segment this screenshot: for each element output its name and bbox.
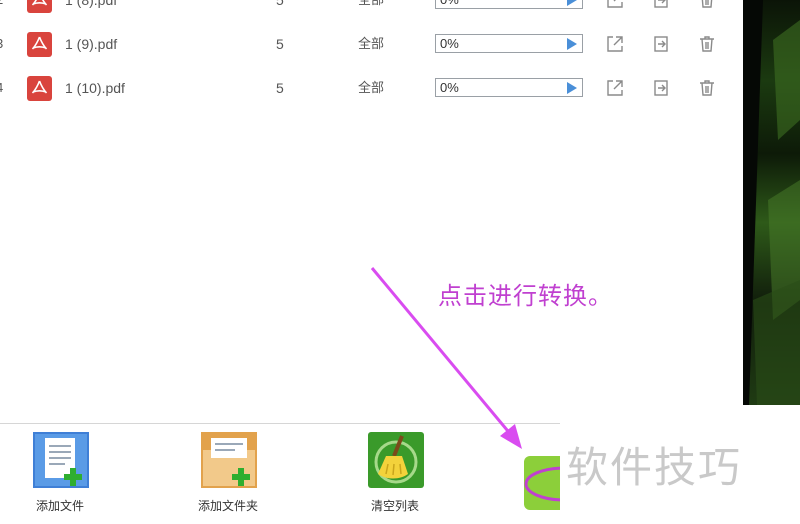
watermark: 软件技巧 [566,443,743,492]
open-external-icon[interactable] [605,34,625,54]
pdf-file-icon [27,76,52,101]
pdf-file-icon [27,32,52,57]
row-index: 2 [0,0,8,22]
page-count: 5 [276,0,284,8]
bottom-toolbar: 添加文件 添加文件夹 清空列表 [0,423,560,524]
convert-highlight-circle [524,466,560,502]
trash-icon[interactable] [697,0,717,10]
add-folder-button[interactable]: 添加文件夹 [183,424,273,524]
progress-text: 0% [440,0,459,8]
add-folder-icon [201,432,257,488]
row-index: 4 [0,66,8,110]
convert-button[interactable] [524,456,560,510]
file-name: 1 (10).pdf [65,80,125,96]
add-file-icon [33,432,89,488]
add-file-label: 添加文件 [35,499,84,513]
open-external-icon[interactable] [605,0,625,10]
progress-text: 0% [440,80,459,95]
page-range-select[interactable]: 全部 [358,66,384,110]
trash-icon[interactable] [697,34,717,54]
export-icon[interactable] [651,0,671,10]
trash-icon[interactable] [697,78,717,98]
progress-bar: 0% [435,34,583,53]
broom-icon [368,432,424,488]
progress-text: 0% [440,36,459,51]
table-row[interactable]: 2 1 (8).pdf 5 全部 0% [0,0,743,22]
export-icon[interactable] [651,78,671,98]
background-photo [743,0,800,405]
file-name: 1 (9).pdf [65,36,118,52]
open-external-icon[interactable] [605,78,625,98]
annotation-text: 点击进行转换。 [438,282,613,310]
page-count: 5 [276,36,284,52]
clear-list-label: 清空列表 [370,499,419,513]
add-file-button[interactable]: 添加文件 [15,424,105,524]
clear-list-button[interactable]: 清空列表 [350,424,440,524]
page-range-select[interactable]: 全部 [358,22,384,66]
table-row[interactable]: 4 1 (10).pdf 5 全部 0% [0,66,743,110]
play-icon[interactable] [567,82,577,94]
file-list: 2 1 (8).pdf 5 全部 0% 3 1 (9).pdf 5 全 [0,0,743,420]
export-icon[interactable] [651,34,671,54]
page-range-select[interactable]: 全部 [358,0,384,22]
pdf-file-icon [27,0,52,13]
page-count: 5 [276,80,284,96]
progress-bar: 0% [435,78,583,97]
play-icon[interactable] [567,0,577,6]
add-folder-label: 添加文件夹 [197,499,258,513]
progress-bar: 0% [435,0,583,9]
play-icon[interactable] [567,38,577,50]
file-name: 1 (8).pdf [65,0,118,8]
row-index: 3 [0,22,8,66]
table-row[interactable]: 3 1 (9).pdf 5 全部 0% [0,22,743,66]
